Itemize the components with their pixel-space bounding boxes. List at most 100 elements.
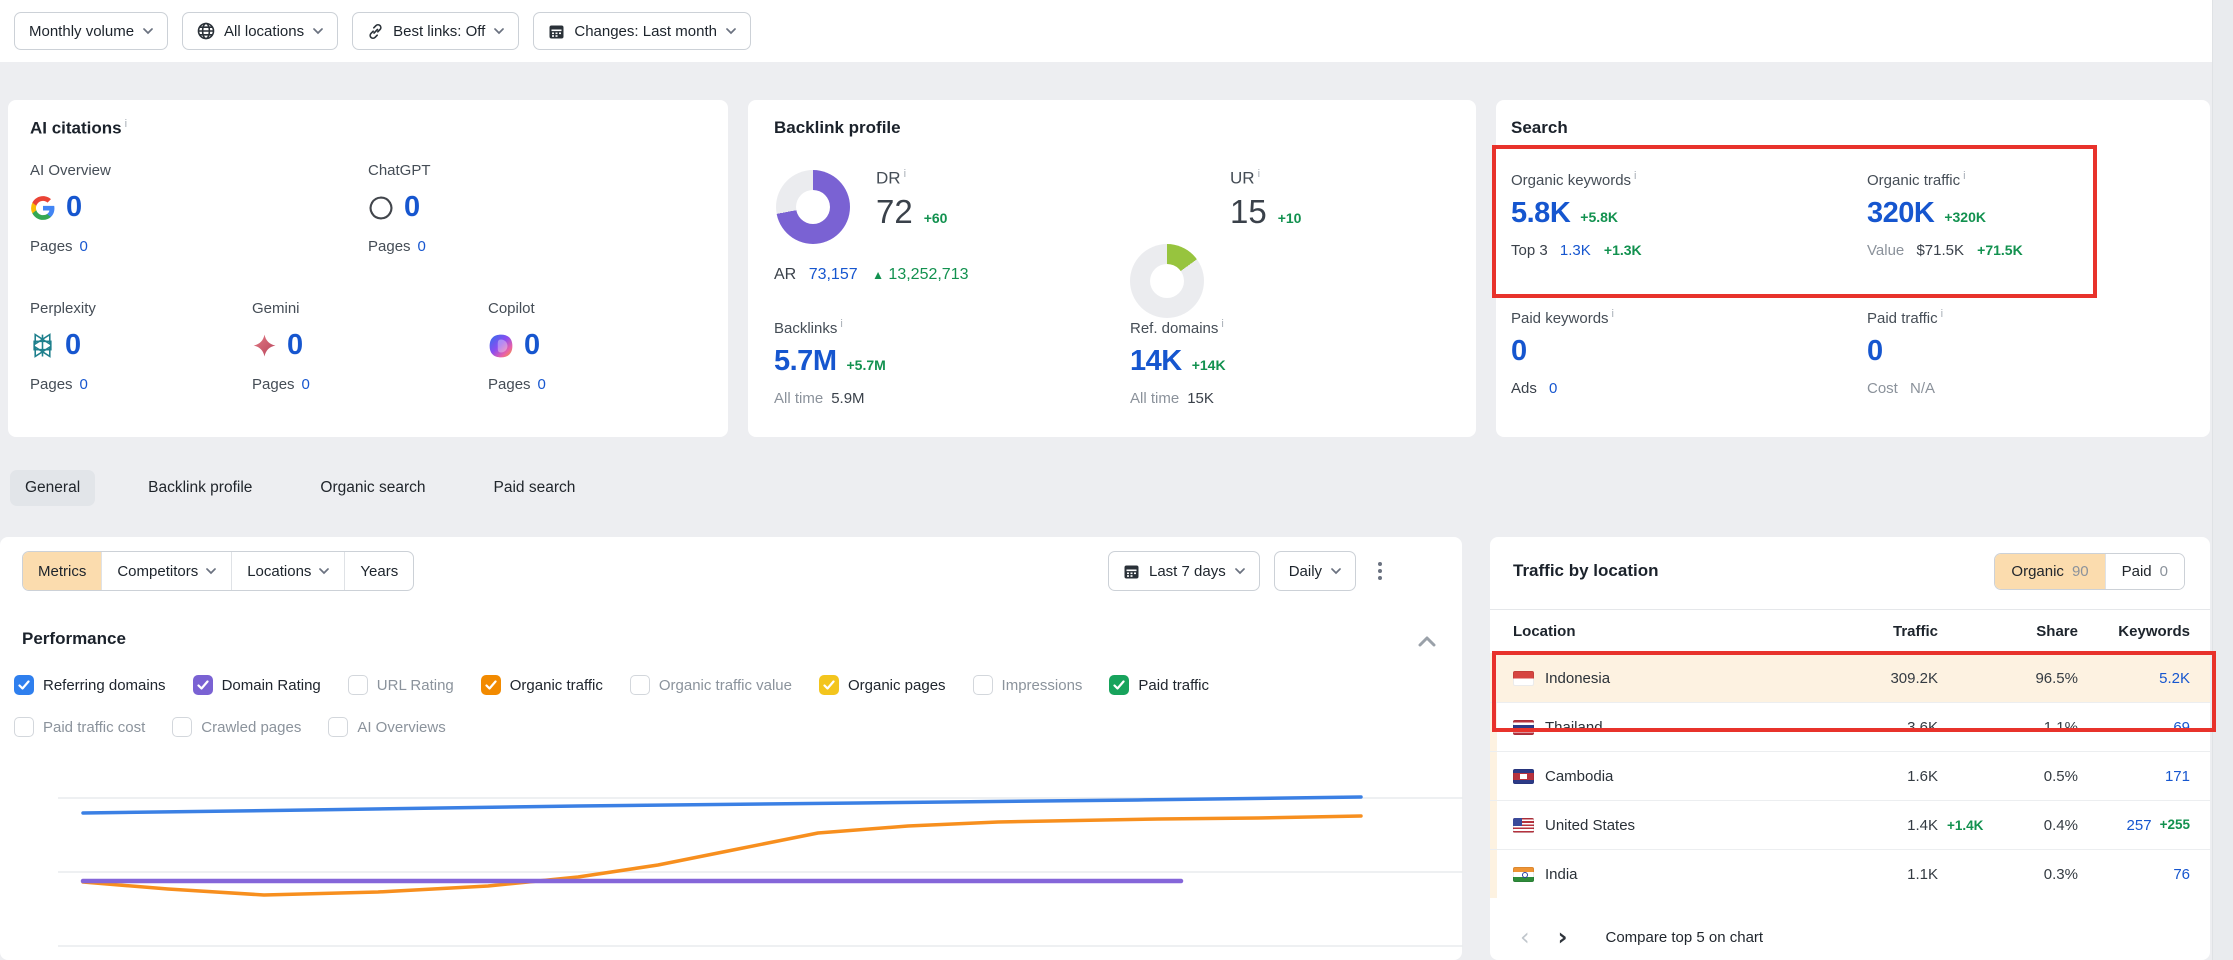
pages-label: Pages — [368, 238, 411, 255]
dr-label: DR — [876, 169, 901, 188]
keywords-change: +255 — [2160, 817, 2190, 834]
collapse-section-icon[interactable] — [1418, 635, 1436, 647]
table-row-india[interactable]: India1.1K0.3%76 — [1490, 849, 2210, 898]
paid-traffic-label: Paid traffic — [1867, 310, 1938, 327]
segment-metrics[interactable]: Metrics — [23, 552, 101, 590]
prev-page-icon[interactable]: ‹ — [1520, 925, 1530, 949]
keywords-link[interactable]: 69 — [2173, 719, 2190, 736]
metric-checkbox-paid-traffic-cost[interactable]: Paid traffic cost — [14, 717, 145, 737]
info-icon[interactable]: i — [1963, 170, 1965, 182]
metric-checkbox-organic-traffic-value[interactable]: Organic traffic value — [630, 675, 792, 695]
checkbox-unchecked-icon — [973, 675, 993, 695]
metric-checkbox-domain-rating[interactable]: Domain Rating — [193, 675, 321, 695]
engine-value-link[interactable]: 0 — [404, 191, 420, 224]
keywords-link[interactable]: 171 — [2165, 768, 2190, 785]
pages-value-link[interactable]: 0 — [80, 376, 88, 393]
engine-value-link[interactable]: 0 — [66, 191, 82, 224]
toggle-count: 0 — [2160, 563, 2168, 580]
table-row-cambodia[interactable]: Cambodia1.6K0.5%171 — [1490, 751, 2210, 800]
segment-locations[interactable]: Locations — [231, 552, 344, 590]
engine-name: Gemini — [252, 300, 462, 317]
info-icon[interactable]: i — [1941, 308, 1943, 320]
changes-dropdown[interactable]: Changes: Last month — [533, 12, 751, 50]
segment-competitors[interactable]: Competitors — [101, 552, 231, 590]
table-row-united-states[interactable]: United States1.4K+1.4K0.4%257+255 — [1490, 800, 2210, 849]
metric-checkbox-referring-domains[interactable]: Referring domains — [14, 675, 166, 695]
metric-checkbox-url-rating[interactable]: URL Rating — [348, 675, 454, 695]
location-table-body: Indonesia309.2K96.5%5.2KThailand3.6K1.1%… — [1490, 653, 2210, 898]
chevron-down-icon — [319, 568, 329, 575]
metric-label: Organic traffic — [510, 677, 603, 694]
ads-value-link[interactable]: 0 — [1549, 380, 1557, 397]
keywords-link[interactable]: 5.2K — [2159, 670, 2190, 687]
toggle-organic[interactable]: Organic90 — [1995, 554, 2104, 589]
segment-years[interactable]: Years — [344, 552, 413, 590]
date-range-dropdown[interactable]: Last 7 days — [1108, 551, 1260, 591]
next-page-icon[interactable]: › — [1558, 925, 1568, 949]
info-icon[interactable]: i — [840, 318, 842, 330]
metric-label: Organic pages — [848, 677, 946, 694]
search-panel: Search Organic keywordsi 5.8K +5.8K Top … — [1496, 100, 2210, 437]
pages-value-link[interactable]: 0 — [80, 238, 88, 255]
column-location[interactable]: Location — [1513, 623, 1830, 640]
info-icon[interactable]: i — [1634, 170, 1636, 182]
info-icon[interactable]: i — [904, 168, 906, 180]
monthly-volume-dropdown[interactable]: Monthly volume — [14, 12, 168, 50]
metric-checkbox-paid-traffic[interactable]: Paid traffic — [1109, 675, 1209, 695]
info-icon[interactable]: i — [1612, 308, 1614, 320]
page-scrollbar[interactable] — [2212, 0, 2233, 960]
tab-backlink-profile[interactable]: Backlink profile — [133, 470, 267, 506]
toggle-paid[interactable]: Paid0 — [2105, 554, 2184, 589]
checkbox-unchecked-icon — [14, 717, 34, 737]
locations-dropdown[interactable]: All locations — [182, 12, 338, 50]
backlinks-value-link[interactable]: 5.7M — [774, 345, 836, 378]
table-row-thailand[interactable]: Thailand3.6K1.1%69 — [1490, 702, 2210, 751]
metric-checkbox-impressions[interactable]: Impressions — [973, 675, 1083, 695]
keywords-link[interactable]: 257 — [2127, 817, 2152, 834]
pages-value-link[interactable]: 0 — [538, 376, 546, 393]
metric-checkbox-organic-pages[interactable]: Organic pages — [819, 675, 946, 695]
keywords-link[interactable]: 76 — [2173, 866, 2190, 883]
pages-value-link[interactable]: 0 — [418, 238, 426, 255]
granularity-label: Daily — [1289, 563, 1322, 580]
column-share[interactable]: Share — [2002, 623, 2078, 640]
toggle-count: 90 — [2072, 563, 2089, 580]
engine-value-link[interactable]: 0 — [524, 329, 540, 362]
performance-line-chart[interactable] — [58, 765, 1463, 955]
metric-label: Paid traffic cost — [43, 719, 145, 736]
organic-traffic-value-link[interactable]: 320K — [1867, 197, 1934, 230]
ref-domains-all-time: 15K — [1187, 390, 1214, 407]
info-icon[interactable]: i — [125, 118, 127, 130]
metric-checkbox-ai-overviews[interactable]: AI Overviews — [328, 717, 445, 737]
traffic-value: 1.4K — [1830, 817, 1938, 834]
ar-value-link[interactable]: 73,157 — [809, 266, 858, 283]
paid-traffic-value-link[interactable]: 0 — [1867, 335, 1883, 367]
top3-value-link[interactable]: 1.3K — [1560, 242, 1591, 259]
metric-checkbox-crawled-pages[interactable]: Crawled pages — [172, 717, 301, 737]
metric-checkbox-organic-traffic[interactable]: Organic traffic — [481, 675, 603, 695]
paid-keywords-value-link[interactable]: 0 — [1511, 335, 1527, 367]
table-row-indonesia[interactable]: Indonesia309.2K96.5%5.2K — [1490, 653, 2210, 702]
engine-value-link[interactable]: 0 — [65, 329, 81, 362]
cost-label: Cost — [1867, 380, 1898, 397]
chevron-down-icon — [313, 28, 323, 35]
backlinks-change: +5.7M — [846, 357, 885, 373]
organic-keywords-value-link[interactable]: 5.8K — [1511, 197, 1570, 230]
engine-name: ChatGPT — [368, 162, 578, 179]
engine-value-link[interactable]: 0 — [287, 329, 303, 362]
metric-label: Crawled pages — [201, 719, 301, 736]
tab-general[interactable]: General — [10, 470, 95, 506]
column-keywords[interactable]: Keywords — [2078, 623, 2190, 640]
more-options-button[interactable] — [1370, 554, 1390, 588]
ref-domains-value-link[interactable]: 14K — [1130, 345, 1182, 378]
info-icon[interactable]: i — [1221, 318, 1223, 330]
tab-organic-search[interactable]: Organic search — [305, 470, 440, 506]
pages-value-link[interactable]: 0 — [302, 376, 310, 393]
column-traffic[interactable]: Traffic — [1830, 623, 1938, 640]
location-name: India — [1545, 866, 1578, 883]
tab-paid-search[interactable]: Paid search — [479, 470, 591, 506]
granularity-dropdown[interactable]: Daily — [1274, 551, 1356, 591]
info-icon[interactable]: i — [1258, 168, 1260, 180]
checkbox-unchecked-icon — [172, 717, 192, 737]
best-links-dropdown[interactable]: Best links: Off — [352, 12, 519, 50]
